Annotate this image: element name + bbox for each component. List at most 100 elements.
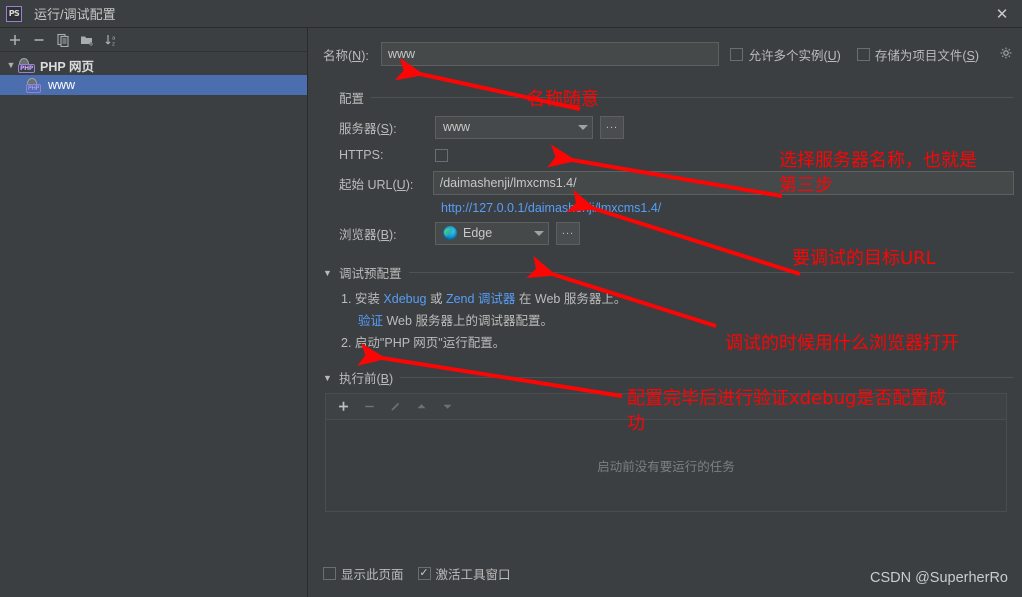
tree-group-label: PHP 网页: [40, 59, 94, 74]
edit-task-button[interactable]: [384, 396, 406, 418]
label-post: ):: [389, 121, 397, 136]
server-value: www: [443, 120, 471, 134]
configurations-tree: ▼ PHP PHP 网页 PHP www: [0, 52, 307, 95]
store-as-project-file-checkbox[interactable]: 存储为项目文件(S): [856, 45, 979, 64]
before-launch-empty-area[interactable]: 启动前没有要运行的任务: [325, 419, 1007, 512]
name-input[interactable]: [381, 42, 719, 66]
step-1-text-b: 或: [426, 292, 446, 306]
label-pre: 服务器(: [339, 121, 381, 136]
activate-tool-window-checkbox[interactable]: 激活工具窗口: [417, 564, 511, 583]
step-1-number: 1.: [341, 292, 352, 306]
start-url-input[interactable]: [432, 171, 1014, 195]
php-web-icon: PHP: [18, 57, 35, 73]
section-divider: [408, 272, 1014, 273]
add-task-button[interactable]: [332, 396, 354, 418]
before-launch-body: 启动前没有要运行的任务: [325, 393, 1007, 512]
zend-debugger-link[interactable]: Zend 调试器: [446, 292, 515, 306]
debug-step-1: 1. 安装 Xdebug 或 Zend 调试器 在 Web 服务器上。: [341, 288, 1014, 310]
tree-item-label: www: [48, 78, 76, 92]
xdebug-link[interactable]: Xdebug: [383, 292, 426, 306]
config-section-body: 服务器(S): www ... HTTPS: 起始 URL(U): http:/…: [323, 113, 1014, 247]
copy-icon[interactable]: [52, 29, 74, 51]
tree-item-www[interactable]: PHP www: [0, 75, 307, 95]
run-debug-configurations-dialog: PS 运行/调试配置 ✕ a z ▼ PHP PHP 网页 PHP www 名称…: [0, 0, 1022, 597]
checkbox-box[interactable]: [323, 567, 336, 580]
before-launch-title: 执行前(B): [339, 368, 393, 387]
show-this-page-label: 显示此页面: [341, 568, 404, 582]
folder-add-icon[interactable]: [76, 29, 98, 51]
checkbox-box[interactable]: [730, 48, 744, 61]
watermark: CSDN @SuperherRo: [869, 570, 1008, 586]
title-bar: PS 运行/调试配置 ✕: [0, 0, 1022, 28]
chevron-down-icon: [578, 124, 588, 130]
url-preview-link[interactable]: http://127.0.0.1/daimashenji/lmxcms1.4/: [441, 201, 1014, 215]
section-divider: [371, 97, 1014, 98]
chevron-down-icon[interactable]: ▼: [323, 373, 332, 383]
before-launch-toolbar: [325, 393, 1007, 419]
debug-step-2: 2. 启动"PHP 网页"运行配置。: [341, 332, 1014, 354]
show-this-page-checkbox[interactable]: 显示此页面: [323, 564, 404, 583]
https-checkbox[interactable]: [435, 148, 448, 162]
chevron-down-icon[interactable]: ▼: [4, 60, 18, 70]
validate-link[interactable]: 验证: [358, 314, 383, 328]
label-post: ): [389, 372, 394, 386]
allow-multiple-instances-checkbox[interactable]: 允许多个实例(U): [730, 45, 841, 64]
label-post: ):: [405, 177, 414, 192]
label-mnemonic: S: [966, 49, 975, 63]
browser-browse-button[interactable]: ...: [556, 221, 580, 245]
configuration-editor: 名称(N): 允许多个实例(U) 存储为项目文件(S) ▼ 配置: [309, 28, 1022, 597]
chevron-down-icon[interactable]: ▼: [323, 268, 332, 278]
before-launch-section-header[interactable]: ▼ 执行前(B): [323, 368, 1014, 387]
label-mnemonic: U: [396, 177, 406, 192]
move-up-button[interactable]: [410, 396, 432, 418]
server-row: 服务器(S): www ...: [339, 113, 1014, 141]
config-section-header[interactable]: ▼ 配置: [323, 88, 1014, 107]
label-pre: 执行前(: [339, 372, 381, 386]
tree-group-php-web[interactable]: ▼ PHP PHP 网页: [0, 55, 307, 75]
server-combobox[interactable]: www: [435, 115, 593, 139]
php-web-icon: PHP: [26, 77, 43, 93]
step-2-number: 2.: [341, 336, 352, 350]
browser-value: Edge: [463, 226, 493, 240]
window-title: 运行/调试配置: [34, 7, 116, 22]
gear-icon[interactable]: [1000, 47, 1012, 62]
start-url-label: 起始 URL(U):: [339, 174, 433, 193]
label-post: ): [974, 49, 979, 63]
step-1-text-c: 在 Web 服务器上。: [515, 292, 627, 306]
validate-text: Web 服务器上的调试器配置。: [383, 314, 553, 328]
bottom-checkboxes: 显示此页面 激活工具窗口: [323, 564, 511, 583]
label-pre: 允许多个实例(: [748, 49, 828, 63]
label-pre: 起始 URL(: [339, 177, 397, 192]
move-down-button[interactable]: [436, 396, 458, 418]
remove-task-button[interactable]: [358, 396, 380, 418]
label-mnemonic: S: [380, 121, 390, 136]
label-pre: 浏览器(: [339, 227, 381, 242]
configurations-panel: a z ▼ PHP PHP 网页 PHP www: [0, 28, 308, 597]
remove-button[interactable]: [28, 29, 50, 51]
checkbox-box[interactable]: [856, 48, 870, 61]
start-url-row: 起始 URL(U):: [339, 169, 1014, 197]
close-icon[interactable]: ✕: [992, 4, 1012, 24]
activate-tool-window-label: 激活工具窗口: [435, 568, 511, 582]
config-section-title: 配置: [339, 92, 365, 106]
server-browse-button[interactable]: ...: [600, 115, 624, 139]
label-post: ): [836, 49, 841, 63]
sort-alpha-icon[interactable]: a z: [100, 29, 122, 51]
debug-preconfig-title: 调试预配置: [339, 267, 402, 281]
add-button[interactable]: [4, 29, 26, 51]
name-label-tail: ):: [361, 48, 369, 63]
step-2-text: 启动"PHP 网页"运行配置。: [354, 336, 506, 350]
step-1-text-a: 安装: [354, 292, 384, 306]
browser-row: 浏览器(B): Edge ...: [339, 219, 1014, 247]
name-label-text: 名称(: [323, 48, 353, 63]
debug-validate-line: 验证 Web 服务器上的调试器配置。: [341, 310, 1014, 332]
chevron-down-icon: [534, 230, 544, 236]
debug-preconfig-section-header[interactable]: ▼ 调试预配置: [323, 263, 1014, 282]
checkbox-box[interactable]: [417, 567, 431, 580]
server-label: 服务器(S):: [339, 118, 435, 137]
allow-multiple-instances-label: 允许多个实例(U): [748, 45, 840, 64]
label-mnemonic: B: [380, 227, 390, 242]
label-pre: 存储为项目文件(: [874, 49, 967, 63]
section-divider: [400, 377, 1014, 378]
browser-combobox[interactable]: Edge: [435, 221, 549, 245]
